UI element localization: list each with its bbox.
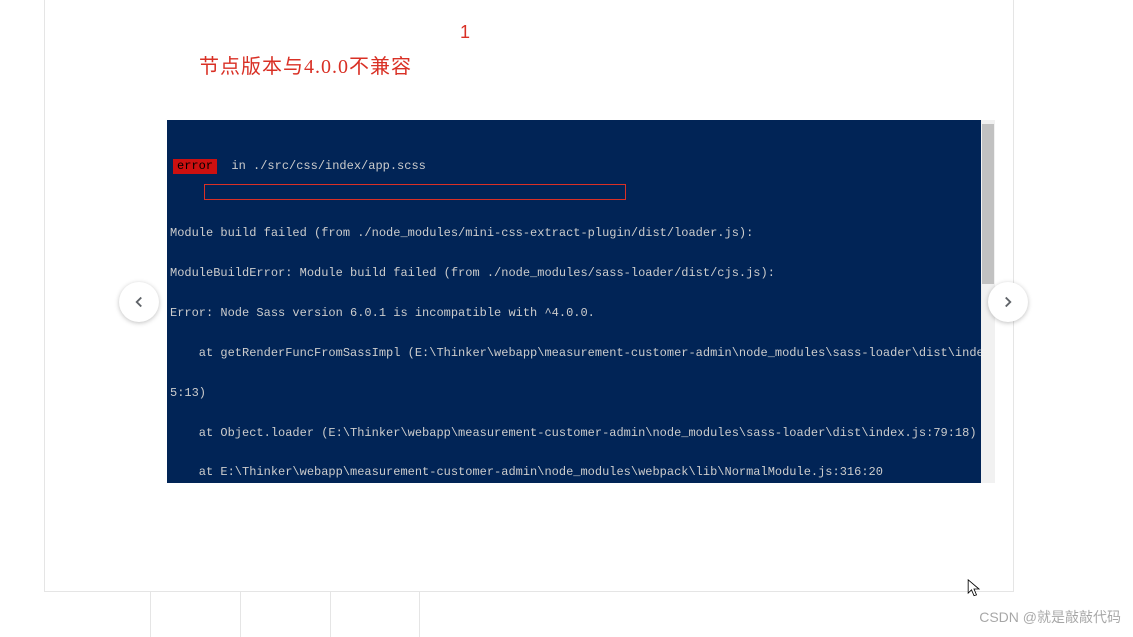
error-in-path: in ./src/css/index/app.scss	[217, 159, 426, 173]
terminal-line: at Object.loader (E:\Thinker\webapp\meas…	[167, 427, 981, 440]
annotation-mark: 1	[460, 22, 470, 43]
chevron-left-icon	[130, 293, 148, 311]
csdn-watermark: CSDN @就是敲敲代码	[979, 607, 1121, 627]
terminal-line: Module build failed (from ./node_modules…	[167, 227, 981, 240]
content-frame: 1 节点版本与4.0.0不兼容 error in ./src/css/index…	[44, 0, 1014, 592]
prev-image-button[interactable]	[119, 282, 159, 322]
error-badge: error	[173, 159, 217, 174]
next-image-button[interactable]	[988, 282, 1028, 322]
terminal-line: Error: Node Sass version 6.0.1 is incomp…	[167, 307, 981, 320]
terminal-line: ModuleBuildError: Module build failed (f…	[167, 267, 981, 280]
annotation-text: 节点版本与4.0.0不兼容	[199, 50, 412, 79]
terminal-line: 5:13)	[167, 387, 981, 400]
bottom-table-cells	[150, 592, 420, 637]
terminal-line: at getRenderFuncFromSassImpl (E:\Thinker…	[167, 347, 981, 360]
scrollbar-thumb[interactable]	[982, 124, 994, 284]
terminal-line: at E:\Thinker\webapp\measurement-custome…	[167, 466, 981, 479]
chevron-right-icon	[999, 293, 1017, 311]
terminal-output: error in ./src/css/index/app.scss Module…	[167, 120, 981, 483]
